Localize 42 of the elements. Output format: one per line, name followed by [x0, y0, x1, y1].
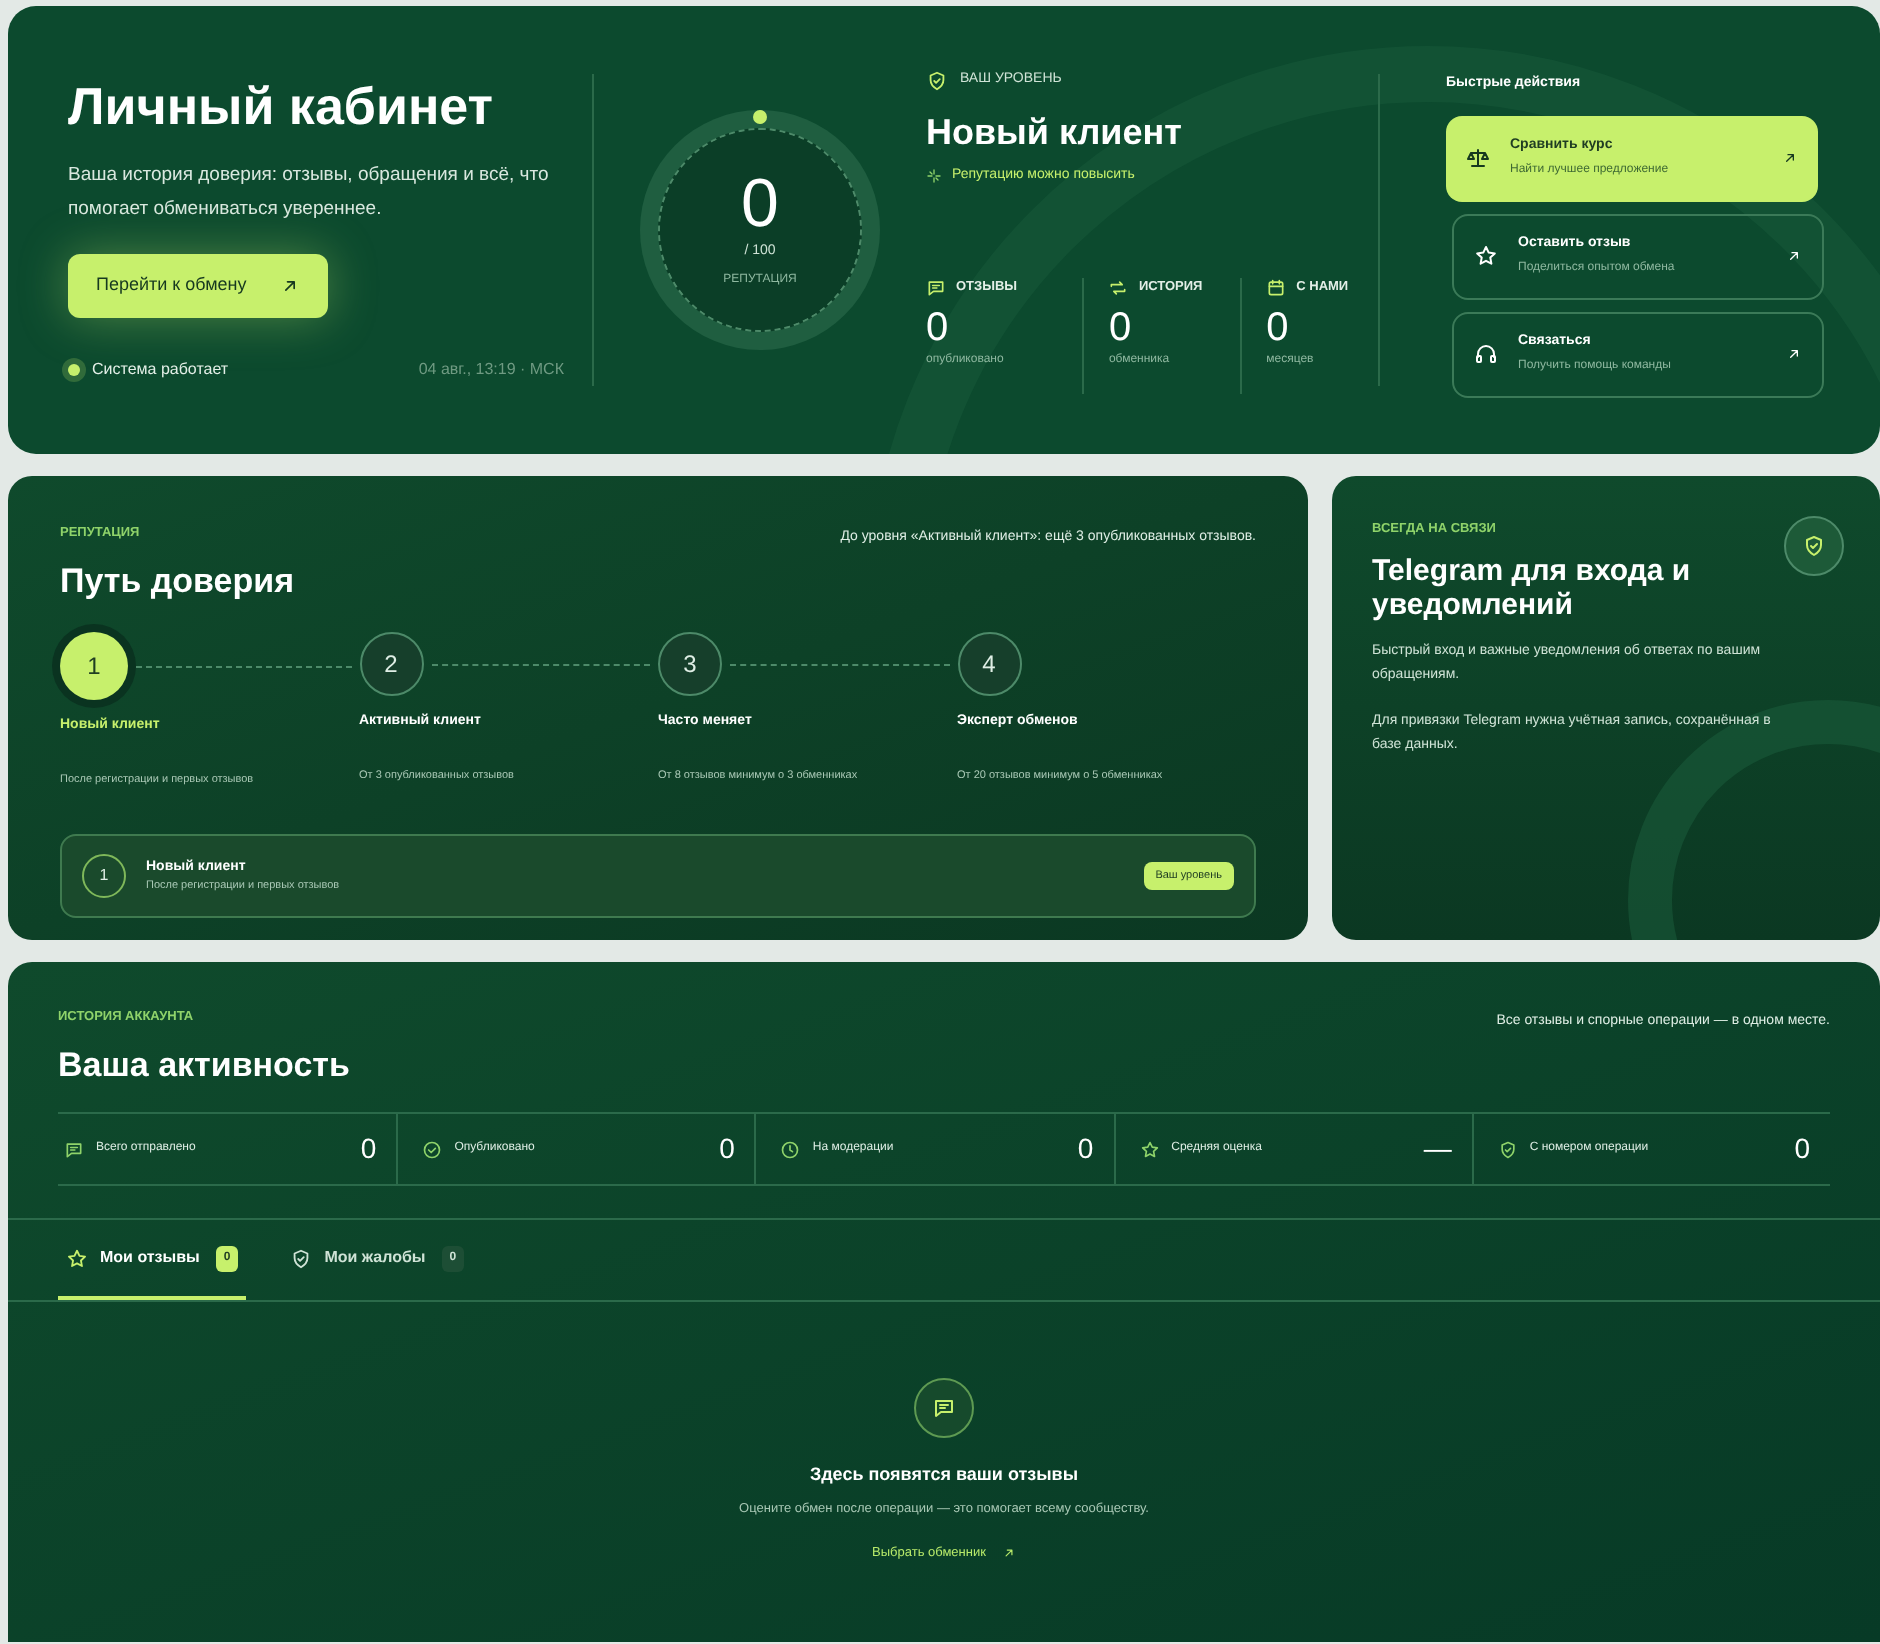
level-number: 1: [82, 854, 126, 898]
check-circle-icon: [422, 1139, 443, 1160]
shield-check-icon: [1802, 534, 1826, 558]
metric-value: 0: [1077, 1130, 1094, 1169]
star-icon: [1474, 244, 1498, 268]
chat-icon: [932, 1396, 956, 1421]
timestamp: 04 авг., 13:19 · МСК: [418, 358, 564, 382]
repeat-icon: [1108, 277, 1129, 297]
scales-icon: [1466, 146, 1490, 170]
chat-icon: [64, 1139, 84, 1160]
arrow-icon: [1786, 346, 1802, 362]
chat-icon: [926, 277, 946, 297]
metric-value: 0: [719, 1130, 735, 1169]
star-icon: [1139, 1139, 1160, 1160]
status-text: Система работает: [92, 358, 229, 382]
sparkle-icon: [926, 168, 942, 185]
arrow-icon: [1786, 248, 1802, 264]
section-title: Ваша активность: [58, 1043, 350, 1088]
level-name: Новый клиент: [926, 110, 1184, 156]
metric-value: —: [1423, 1130, 1452, 1169]
metric-value: 0: [1794, 1130, 1811, 1169]
metric-value: 0: [360, 1130, 377, 1169]
star-icon: [66, 1247, 88, 1270]
score-value: 0: [741, 169, 779, 238]
arrow-icon: [1001, 1545, 1016, 1560]
page-title: Личный кабинет: [68, 74, 496, 138]
arrow-icon: [1782, 150, 1798, 166]
stat-value: 0: [1108, 305, 1134, 349]
empty-title: Здесь появятся ваши отзывы: [809, 1462, 1079, 1489]
exchange-button[interactable]: Перейти к обмену: [68, 254, 328, 318]
shield-check-icon: [926, 70, 948, 92]
section-title: Telegram для входа и уведомлений: [1372, 553, 1693, 622]
arrow-icon: [280, 276, 300, 296]
section-title: Путь доверия: [60, 559, 294, 604]
page-description: Ваша история доверия: отзывы, обращения и всё, что помогает обмениваться увереннее.: [68, 162, 551, 224]
shield-check-icon: [290, 1247, 313, 1270]
shield-check-icon: [1497, 1139, 1518, 1160]
stat-value: 0: [926, 305, 951, 349]
headset-icon: [1474, 342, 1498, 366]
calendar-icon: [1266, 277, 1287, 297]
clock-icon: [780, 1139, 801, 1160]
stat-value: 0: [1266, 305, 1291, 349]
